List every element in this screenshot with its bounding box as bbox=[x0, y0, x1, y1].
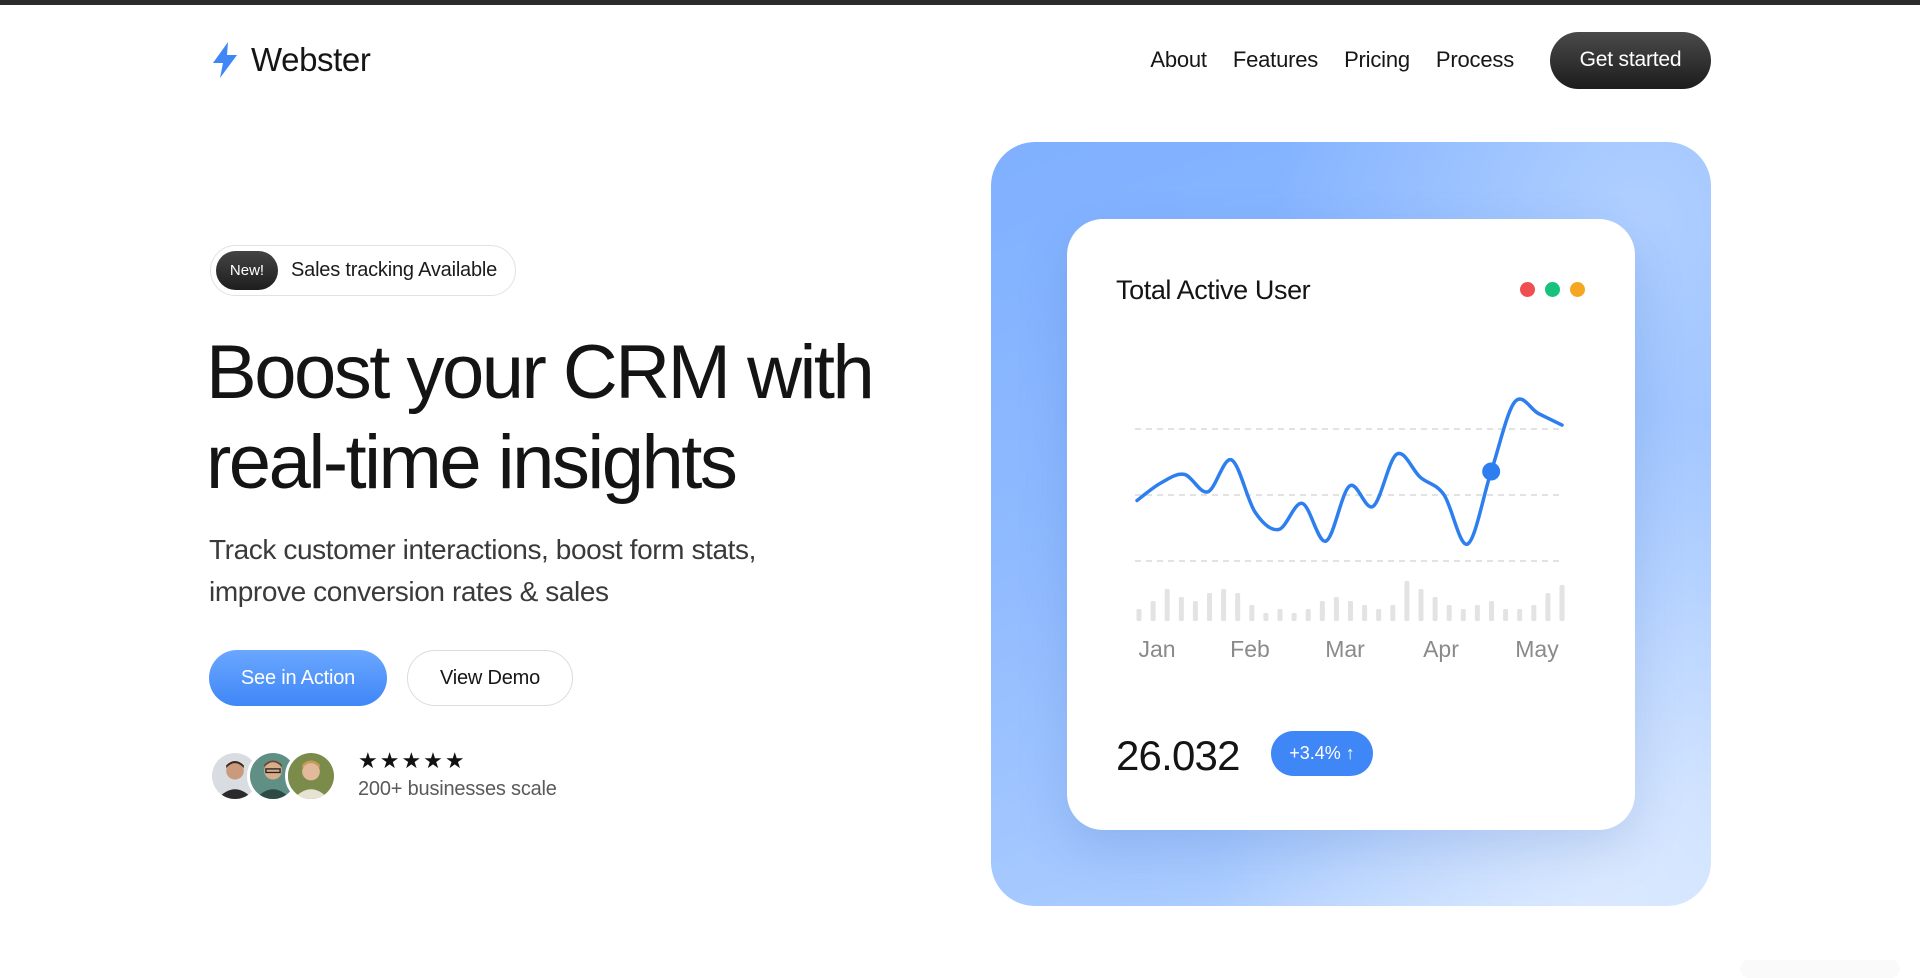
analytics-card: Total Active User Jan Feb Mar Apr May 26.032… bbox=[1067, 219, 1635, 830]
scroll-hint bbox=[1740, 960, 1900, 978]
chart-volume-bar bbox=[1207, 593, 1212, 621]
chart-x-tick-label: Jan bbox=[1138, 636, 1175, 662]
headline-line-1: Boost your CRM with bbox=[206, 330, 875, 415]
chart-x-tick-label: Feb bbox=[1230, 636, 1270, 662]
nav-link-features[interactable]: Features bbox=[1233, 47, 1318, 73]
site-header: Webster About Features Pricing Process G… bbox=[209, 31, 1711, 89]
chart-volume-bar bbox=[1235, 593, 1241, 621]
chart-volume-bar bbox=[1333, 597, 1339, 621]
chart-volume-bar bbox=[1503, 609, 1509, 621]
chart-volume-bar bbox=[1432, 597, 1438, 621]
chart-volume-bar bbox=[1150, 601, 1156, 621]
hero-subtext: Track customer interactions, boost form … bbox=[209, 529, 829, 613]
nav-link-pricing[interactable]: Pricing bbox=[1344, 47, 1410, 73]
new-tag: New! bbox=[216, 251, 278, 290]
chart-volume-bar bbox=[1348, 601, 1353, 621]
chart-volume-bar bbox=[1531, 605, 1537, 621]
social-proof-text: 200+ businesses scale bbox=[358, 778, 557, 800]
chart-volume-bar bbox=[1460, 609, 1466, 621]
chart-volume-bar bbox=[1390, 605, 1396, 621]
chart-volume-bar bbox=[1489, 601, 1494, 621]
view-demo-button[interactable]: View Demo bbox=[407, 650, 573, 706]
headline-line-2: real-time insights bbox=[206, 420, 738, 505]
subtext-line-2: improve conversion rates & sales bbox=[209, 576, 609, 607]
main-nav: About Features Pricing Process Get start… bbox=[1150, 31, 1711, 89]
chart-x-tick-label: Apr bbox=[1423, 636, 1459, 662]
chart-volume-bar bbox=[1474, 605, 1480, 621]
chart-volume-bar bbox=[1319, 601, 1325, 621]
chart-volume-bar bbox=[1362, 605, 1368, 621]
hero-headline: Boost your CRM with real-time insights bbox=[206, 328, 926, 508]
chart-volume-bar bbox=[1545, 593, 1551, 621]
get-started-button[interactable]: Get started bbox=[1550, 31, 1711, 89]
chart-volume-bar bbox=[1517, 609, 1523, 621]
nav-link-process[interactable]: Process bbox=[1436, 47, 1514, 73]
chart-x-tick-label: Mar bbox=[1325, 636, 1365, 662]
total-active-users-value: 26.032 bbox=[1116, 732, 1240, 779]
chart-volume-bar bbox=[1418, 589, 1424, 621]
rating-stars: ★★★★★ bbox=[358, 748, 467, 773]
chart-volume-bar bbox=[1164, 589, 1170, 621]
brand-name: Webster bbox=[251, 41, 371, 78]
brand-logo[interactable]: Webster bbox=[209, 41, 371, 79]
chart-volume-bar bbox=[1446, 605, 1452, 621]
nav-link-about[interactable]: About bbox=[1150, 47, 1207, 73]
badge-text: Sales tracking Available bbox=[291, 259, 498, 281]
chart-volume-bar bbox=[1376, 609, 1382, 621]
chart-volume-bar bbox=[1263, 613, 1269, 621]
chart-volume-bar bbox=[1404, 581, 1410, 621]
top-border-strip bbox=[0, 0, 1920, 5]
chart-volume-bar bbox=[1277, 609, 1283, 621]
chart-x-tick-label: May bbox=[1515, 636, 1559, 662]
chart-volume-bar bbox=[1305, 609, 1311, 621]
chart-volume-bar bbox=[1221, 589, 1227, 621]
chart-volume-bar bbox=[1249, 605, 1255, 621]
avatar bbox=[285, 750, 337, 802]
chart-volume-bar bbox=[1178, 597, 1184, 621]
growth-delta-badge: +3.4% ↑ bbox=[1271, 731, 1373, 776]
chart-highlight-point bbox=[1482, 462, 1501, 481]
chart-volume-bar bbox=[1192, 601, 1198, 621]
customer-avatars bbox=[209, 750, 339, 802]
chart-volume-bar bbox=[1136, 609, 1142, 621]
chart-volume-bar bbox=[1559, 585, 1565, 621]
lightning-bolt-icon bbox=[213, 42, 237, 78]
chart-volume-bar bbox=[1291, 613, 1297, 621]
subtext-line-1: Track customer interactions, boost form … bbox=[209, 534, 756, 565]
announcement-badge[interactable]: New! Sales tracking Available bbox=[210, 245, 516, 296]
see-in-action-button[interactable]: See in Action bbox=[209, 650, 387, 706]
